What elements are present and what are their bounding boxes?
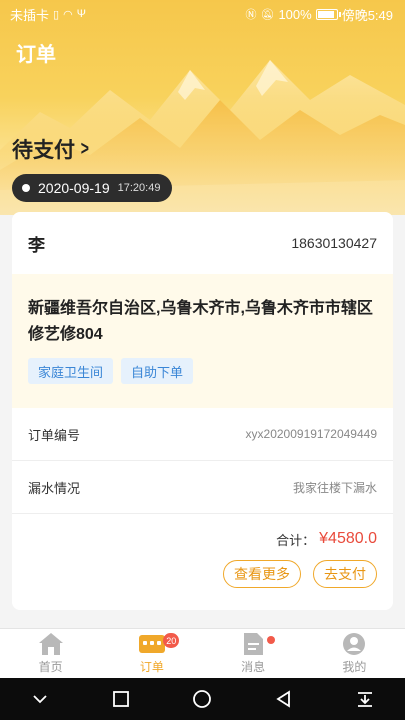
- page-title: 订单: [16, 44, 56, 66]
- tag-list: 家庭卫生间 自助下单: [28, 358, 377, 384]
- order-number-row: 订单编号 xyx20200919172049449: [12, 408, 393, 461]
- messages-dot-badge: [266, 636, 275, 644]
- usb-icon: Ψ: [76, 8, 86, 20]
- total-value: ¥4580.0: [319, 530, 377, 547]
- profile-icon: [343, 633, 366, 655]
- mute-icon: 🔕︎: [260, 8, 275, 21]
- order-card[interactable]: 李 18630130427 新疆维吾尔自治区,乌鲁木齐市,乌鲁木齐市市辖区修艺修…: [12, 212, 393, 610]
- clock: 傍晚5:49: [341, 7, 393, 23]
- tab-messages-label: 消息: [241, 660, 266, 674]
- sim-icon: ▯: [53, 8, 60, 21]
- tag-service-type: 家庭卫生间: [28, 358, 114, 384]
- carrier-text: 未插卡: [10, 7, 50, 23]
- notification-pull-icon[interactable]: [355, 689, 375, 709]
- action-buttons: 查看更多 去支付: [12, 560, 393, 588]
- order-number-value: xyx20200919172049449: [245, 427, 377, 441]
- customer-name: 李: [28, 235, 45, 255]
- wifi-icon: ◠: [63, 8, 73, 21]
- dot-icon: [22, 184, 30, 192]
- tab-orders-label: 订单: [139, 660, 164, 674]
- customer-phone: 18630130427: [291, 235, 377, 251]
- status-bar: 未插卡 ▯ ◠ Ψ Ⓝ 🔕︎ 100% 傍晚5:49: [0, 0, 405, 28]
- bottom-tab-bar: 首页 20 订单 消息 我的: [0, 628, 405, 678]
- tab-orders[interactable]: 20 订单: [101, 629, 202, 678]
- tab-profile-label: 我的: [342, 660, 367, 674]
- leak-status-value: 我家往楼下漏水: [292, 480, 377, 495]
- leak-status-label: 漏水情况: [28, 480, 81, 496]
- order-status-heading[interactable]: 待支付 >: [12, 134, 91, 164]
- orders-badge: 20: [163, 633, 180, 648]
- nfc-icon: Ⓝ: [245, 9, 257, 21]
- recent-apps-icon[interactable]: [111, 689, 131, 709]
- system-navigation-bar: [0, 678, 405, 720]
- order-date-pill: 2020-09-19 17:20:49: [12, 174, 173, 202]
- tab-messages[interactable]: 消息: [203, 629, 304, 678]
- tab-home-label: 首页: [38, 660, 63, 674]
- chevron-down-icon[interactable]: [30, 689, 50, 709]
- orders-icon: [138, 635, 165, 653]
- battery-icon: [315, 8, 341, 20]
- customer-row: 李 18630130427: [12, 212, 393, 274]
- order-status-label: 待支付: [12, 139, 75, 162]
- tab-profile[interactable]: 我的: [304, 629, 405, 678]
- total-label: 合计：: [276, 532, 316, 548]
- view-more-button[interactable]: 查看更多: [223, 560, 301, 588]
- message-icon: [244, 633, 264, 655]
- battery-percent: 100%: [278, 6, 312, 22]
- tab-home[interactable]: 首页: [0, 629, 101, 678]
- pay-button[interactable]: 去支付: [313, 560, 377, 588]
- order-number-label: 订单编号: [28, 427, 81, 443]
- back-icon[interactable]: [274, 689, 294, 709]
- address-text: 新疆维吾尔自治区,乌鲁木齐市,乌鲁木齐市市辖区修艺修804: [28, 300, 373, 343]
- order-time: 17:20:49: [117, 182, 161, 194]
- total-row: 合计： ¥4580.0: [12, 518, 393, 560]
- tag-order-source: 自助下单: [121, 358, 194, 384]
- chevron-right-icon: >: [80, 137, 89, 160]
- home-icon: [38, 633, 63, 655]
- address-block: 新疆维吾尔自治区,乌鲁木齐市,乌鲁木齐市市辖区修艺修804 家庭卫生间 自助下单: [12, 274, 393, 408]
- home-circle-icon[interactable]: [191, 688, 213, 710]
- order-date: 2020-09-19: [38, 180, 110, 196]
- leak-status-row: 漏水情况 我家往楼下漏水: [12, 461, 393, 514]
